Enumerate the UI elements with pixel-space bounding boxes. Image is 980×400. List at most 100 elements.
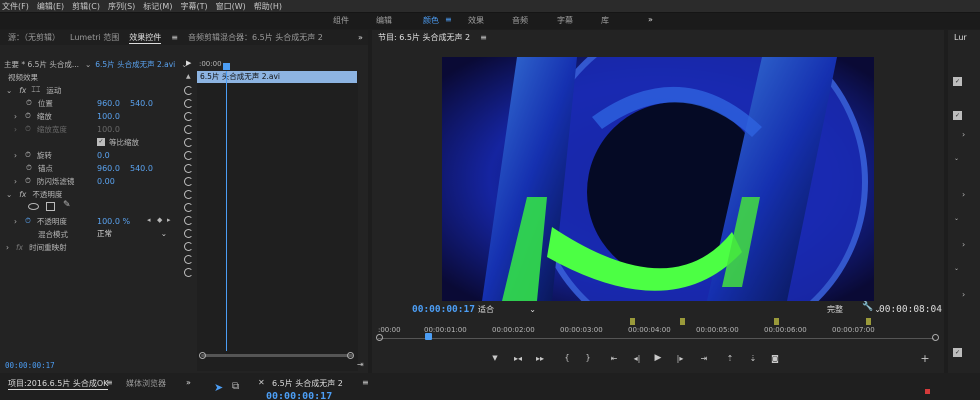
collapse-icon[interactable]: ⌄ <box>954 155 959 162</box>
zoom-fit-select[interactable]: 适合 ⌄ <box>478 303 536 315</box>
workspace-captions[interactable]: 字幕 <box>557 15 573 26</box>
stopwatch-icon[interactable]: ⏱ <box>25 176 31 186</box>
collapse-icon[interactable]: ⌄ <box>954 265 959 272</box>
mark-out-icon[interactable]: ▸▸ <box>534 354 546 363</box>
expand-arrow-icon[interactable]: › <box>14 217 17 226</box>
mark-in-icon[interactable]: ▸◂ <box>512 354 524 363</box>
reset-icon[interactable] <box>184 112 193 121</box>
stopwatch-icon[interactable]: ⏱ <box>26 98 32 108</box>
workspace-overflow-icon[interactable]: » <box>648 15 653 24</box>
expand-arrow-icon[interactable]: › <box>962 190 965 199</box>
prev-keyframe-icon[interactable]: ◂ <box>147 216 151 224</box>
rectangle-mask-icon[interactable] <box>46 202 55 211</box>
close-icon[interactable]: ✕ <box>258 378 265 387</box>
reset-icon[interactable] <box>184 125 193 134</box>
stopwatch-icon[interactable]: ⏱ <box>25 216 31 226</box>
reset-icon[interactable] <box>184 138 193 147</box>
reset-icon[interactable] <box>184 255 193 264</box>
fx-icon[interactable]: fx <box>19 190 26 199</box>
effect-timeline[interactable]: :00:00 6.5片 头合成无声 2.avi <box>197 60 358 371</box>
chevron-down-icon[interactable]: ⌄ <box>85 60 91 69</box>
reset-icon[interactable] <box>184 242 193 251</box>
effect-time-remap[interactable]: › fx 时间重映射 <box>6 241 67 253</box>
add-marker-icon[interactable]: ▼ <box>489 354 501 362</box>
tab-menu-icon[interactable]: ≡ <box>480 33 487 42</box>
menu-clip[interactable]: 剪辑(C) <box>72 1 100 12</box>
expand-arrow-icon[interactable]: › <box>962 130 965 139</box>
scroll-handle-right[interactable] <box>347 352 354 359</box>
add-keyframe-icon[interactable]: ◆ <box>157 216 162 224</box>
tab-audio-clip-mixer[interactable]: 音频剪辑混合器：6.5片 头合成无声 2 <box>188 32 323 43</box>
rotation-value[interactable]: 0.0 <box>97 151 110 160</box>
workspace-effects[interactable]: 效果 <box>468 15 484 26</box>
reset-icon[interactable] <box>184 86 193 95</box>
checkbox-checked-icon[interactable]: ✓ <box>97 138 105 146</box>
reset-icon[interactable] <box>184 268 193 277</box>
go-to-in-icon[interactable]: { <box>561 353 573 362</box>
scroll-handle-right[interactable] <box>932 334 939 341</box>
tab-effect-controls[interactable]: 效果控件 <box>129 32 162 44</box>
checkbox-checked-icon[interactable]: ✓ <box>953 77 962 86</box>
marker-icon[interactable] <box>630 318 635 325</box>
tab-lumetri-scopes[interactable]: Lumetri 范围 <box>70 32 119 43</box>
play-triangle-icon[interactable]: ▶ <box>186 59 191 67</box>
extract-icon[interactable]: ⇣ <box>747 354 759 363</box>
panel-overflow-icon[interactable]: » <box>358 33 363 42</box>
workspace-assembly[interactable]: 组件 <box>333 15 349 26</box>
master-clip-selector[interactable]: 主要 * 6.5片 头合成... ⌄ 6.5片 头合成无声 2.avi ⌄ <box>4 58 188 70</box>
tab-program[interactable]: 节目: 6.5片 头合成无声 2 <box>378 32 470 43</box>
marker-icon[interactable] <box>866 318 871 325</box>
stopwatch-icon[interactable]: ⏱ <box>25 111 31 121</box>
expand-icon[interactable]: ⌄ <box>6 190 12 199</box>
menu-window[interactable]: 窗口(W) <box>216 1 246 12</box>
workspace-libraries[interactable]: 库 <box>601 15 609 26</box>
position-x-value[interactable]: 960.0 <box>97 99 120 108</box>
expand-icon[interactable]: ⌄ <box>6 86 12 95</box>
reset-icon[interactable] <box>184 216 193 225</box>
tab-sequence[interactable]: 6.5片 头合成无声 2 <box>272 378 343 389</box>
tab-menu-icon[interactable]: ≡ <box>362 378 369 387</box>
step-forward-icon[interactable]: |▸ <box>674 354 686 363</box>
tab-menu-icon[interactable]: ≡ <box>171 33 178 42</box>
anchor-y-value[interactable]: 540.0 <box>130 164 153 173</box>
tab-lumetri-color[interactable]: Lur <box>954 33 967 42</box>
expand-arrow-icon[interactable]: › <box>14 112 17 121</box>
add-button-icon[interactable]: + <box>919 352 931 365</box>
selection-tool-icon[interactable]: ➤ <box>214 381 223 394</box>
effect-motion[interactable]: ⌄ fx ⌶⌶ 运动 <box>6 84 61 96</box>
effect-opacity[interactable]: ⌄ fx 不透明度 <box>6 188 62 200</box>
program-ruler[interactable]: :00:00 00:00:01:00 00:00:02:00 00:00:03:… <box>376 318 939 344</box>
reset-icon[interactable] <box>184 164 193 173</box>
track-select-icon[interactable]: ⧉ <box>232 381 239 392</box>
expand-arrow-icon[interactable]: › <box>962 290 965 299</box>
checkbox-checked-icon[interactable]: ✓ <box>953 111 962 120</box>
export-frame-icon[interactable]: ⇥ <box>357 360 364 369</box>
video-frame[interactable] <box>442 57 874 301</box>
play-icon[interactable]: ▶ <box>652 353 664 363</box>
stopwatch-icon[interactable]: ⏱ <box>26 163 32 173</box>
sequence-timecode[interactable]: 00:00:00:17 <box>266 391 332 400</box>
tab-menu-icon[interactable]: ≡ <box>106 378 113 387</box>
workspace-audio[interactable]: 音频 <box>512 15 528 26</box>
expand-arrow-icon[interactable]: › <box>962 240 965 249</box>
menu-file[interactable]: 文件(F) <box>2 1 29 12</box>
reset-icon[interactable] <box>184 177 193 186</box>
collapse-icon[interactable]: ⌄ <box>954 215 959 222</box>
playhead-handle[interactable] <box>223 63 230 70</box>
workspace-color[interactable]: 颜色 <box>423 15 439 26</box>
step-back-to-in-icon[interactable]: ⇤ <box>608 354 620 363</box>
lift-icon[interactable]: ⇡ <box>724 354 736 363</box>
scroll-handle-left[interactable] <box>376 334 383 341</box>
marker-icon[interactable] <box>680 318 685 325</box>
camera-icon[interactable]: ◙ <box>769 354 781 363</box>
checkbox-checked-icon[interactable]: ✓ <box>953 348 962 357</box>
workspace-editing[interactable]: 编辑 <box>376 15 392 26</box>
reset-icon[interactable] <box>184 99 193 108</box>
menu-marker[interactable]: 标记(M) <box>143 1 172 12</box>
reset-icon[interactable] <box>184 151 193 160</box>
blend-mode-select[interactable]: 正常 ⌄ <box>97 228 167 239</box>
marker-icon[interactable] <box>774 318 779 325</box>
menu-sequence[interactable]: 序列(S) <box>108 1 135 12</box>
menu-title[interactable]: 字幕(T) <box>180 1 207 12</box>
workspace-menu-icon[interactable]: ≡ <box>445 15 452 24</box>
